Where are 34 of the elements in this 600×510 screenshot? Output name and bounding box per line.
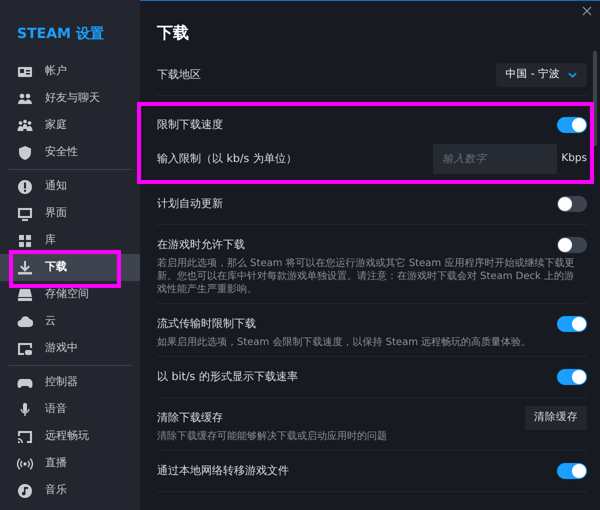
clear-cache-button[interactable]: 清除缓存 (525, 406, 587, 430)
region-dropdown[interactable]: 中国 - 宁波 (496, 63, 587, 87)
sidebar-item[interactable]: 存储空间 (0, 281, 140, 308)
setting-label: 清除下载缓存 (157, 410, 223, 426)
sidebar-item[interactable]: 远程畅玩 (0, 423, 140, 450)
setting-label: 输入限制（以 kb/s 为单位） (157, 150, 297, 167)
setting-label: 流式传输时限制下载 (157, 316, 256, 332)
sidebar-item[interactable]: 家庭 (0, 112, 140, 139)
sidebar-item[interactable]: 云 (0, 308, 140, 335)
sidebar-item[interactable]: 语音 (0, 396, 140, 423)
speed-limit-field[interactable]: 输入数字 (433, 144, 558, 174)
sidebar-item[interactable]: 游戏中 (0, 335, 140, 362)
sidebar-item[interactable]: 安全性 (0, 139, 140, 166)
sidebar-item[interactable]: 好友与聊天 (0, 85, 140, 112)
sidebar-item[interactable]: 库 (0, 227, 140, 254)
setting-label: 计划自动更新 (157, 196, 223, 212)
sidebar-item[interactable]: 控制器 (0, 369, 140, 396)
sidebar-item[interactable]: 通知 (0, 173, 140, 200)
sidebar-title: STEAM 设置 (16, 25, 105, 44)
sidebar-item[interactable]: 界面 (0, 200, 140, 227)
setting-label: 以 bit/s 的形式显示下载速率 (157, 368, 298, 385)
setting-label: 在游戏时允许下载 (157, 236, 245, 253)
setting-description: 清除下载缓存可能能够解决下载或启动应用时的问题 (157, 430, 388, 444)
setting-label: 通过本地网络转移游戏文件 (157, 462, 289, 479)
sidebar-item[interactable]: 直播 (0, 450, 140, 477)
sidebar-item[interactable]: 音乐 (0, 477, 140, 504)
sidebar-item[interactable]: 帐户 (0, 58, 140, 85)
setting-description: 若启用此选项，那么 Steam 将可以在您运行游戏或其它 Steam 应用程序时开始或继续下载更新。您也可以在库中针对每款游戏单独设置。请注意：在游戏时下载会对 Steam Deck 上的游戏性能产生严重影响。 (157, 257, 576, 297)
setting-label: 下载地区 (157, 66, 201, 83)
setting-label: 限制下载速度 (157, 116, 223, 133)
sidebar-item[interactable]: 下载 (0, 254, 140, 281)
setting-description: 如果启用此选项，Steam 会限制下载速度，以保持 Steam 远程畅玩的高质量体验。 (157, 336, 532, 350)
unit-label: Kbps (561, 151, 587, 166)
page-title: 下载 (157, 22, 190, 44)
